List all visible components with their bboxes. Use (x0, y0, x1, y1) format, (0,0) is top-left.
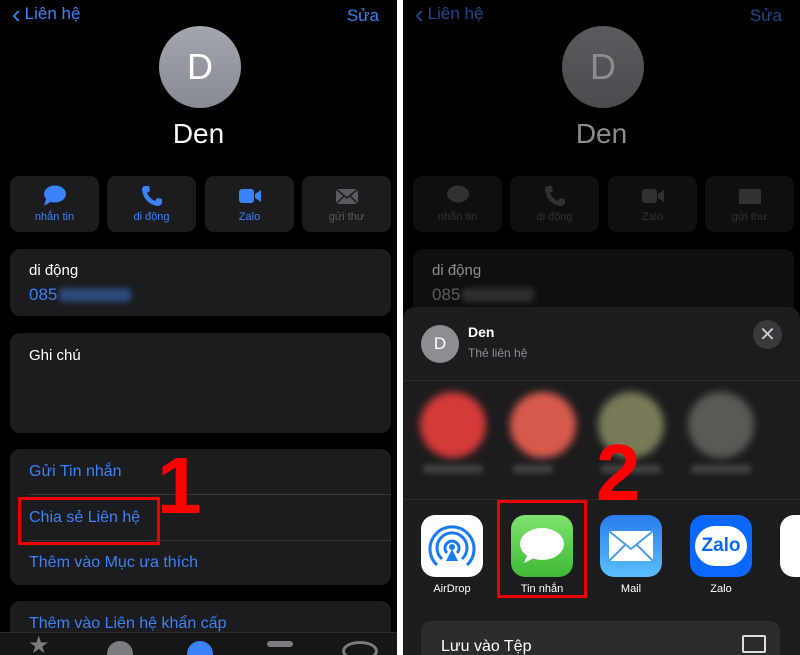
redacted-digits (462, 288, 535, 302)
notes-card[interactable]: Ghi chú (10, 333, 391, 433)
redacted-label (691, 465, 751, 473)
more-app[interactable] (780, 515, 800, 577)
send-message-link[interactable]: Gửi Tin nhắn (29, 463, 122, 481)
mail-app[interactable] (600, 515, 662, 577)
call-button[interactable]: di động (107, 176, 196, 232)
contact-detail-screen: ‹ Liên hệ Sửa D Den nhắn tin di động Zalo… (0, 0, 397, 655)
phone-number: 085 (432, 285, 535, 305)
app-label: Zalo (710, 583, 732, 595)
save-to-files-label: Lưu vào Tệp (441, 638, 532, 655)
video-icon (641, 189, 664, 203)
notes-label: Ghi chú (29, 347, 81, 364)
airdrop-icon (428, 525, 476, 567)
add-emergency-link[interactable]: Thêm vào Liên hệ khẩn cấp (29, 615, 226, 633)
video-button: Zalo (608, 176, 697, 232)
mail-icon (738, 189, 761, 204)
back-button[interactable]: ‹ Liên hệ (12, 0, 80, 29)
tab-keypad-icon[interactable] (267, 641, 293, 647)
mail-button[interactable]: gửi thư (302, 176, 391, 232)
suggested-contact[interactable] (688, 392, 754, 458)
video-icon (238, 189, 261, 203)
contact-name: Den (575, 118, 628, 149)
phone-icon (141, 186, 162, 206)
edit-button[interactable]: Sửa (347, 6, 379, 26)
avatar: D (562, 26, 644, 108)
annotation-box-1 (18, 497, 160, 545)
annotation-step-2: 2 (596, 428, 641, 517)
suggested-contact[interactable] (420, 392, 486, 458)
close-button[interactable]: ✕ (753, 320, 782, 349)
annotation-box-2 (497, 500, 587, 598)
phone-label: di động (29, 262, 79, 279)
call-button: di động (510, 176, 599, 232)
mail-icon (334, 188, 359, 205)
edit-button: Sửa (749, 6, 782, 25)
contact-name: Den (172, 118, 225, 149)
redacted-digits (59, 288, 132, 302)
phone-label: di động (432, 262, 482, 279)
suggested-contact[interactable] (510, 392, 576, 458)
app-label: Mail (620, 583, 642, 595)
app-label: AirDrop (433, 583, 471, 595)
share-screen: ‹ Liên hệ Sửa D Den nhắn tin di động Zalo… (403, 0, 800, 655)
share-avatar: D (421, 325, 459, 363)
zalo-logo: Zalo (695, 526, 747, 566)
tab-recents-clock-icon[interactable] (107, 641, 133, 655)
message-button[interactable]: nhắn tin (10, 176, 99, 232)
tab-contacts-icon[interactable] (187, 641, 213, 655)
phone-card[interactable]: di động 085 (10, 249, 391, 316)
mail-envelope-icon (608, 530, 654, 562)
message-icon (43, 185, 66, 206)
message-icon (446, 185, 469, 203)
annotation-step-1: 1 (157, 441, 202, 530)
tab-favorites-star-icon[interactable]: ★ (28, 631, 54, 655)
close-icon: ✕ (759, 324, 776, 346)
tab-voicemail-icon[interactable] (342, 641, 378, 655)
airdrop-app[interactable] (421, 515, 483, 577)
phone-icon (544, 186, 565, 206)
folder-icon (742, 635, 766, 653)
zalo-app[interactable]: Zalo (690, 515, 752, 577)
phone-number[interactable]: 085 (29, 285, 132, 305)
mail-button: gửi thư (705, 176, 794, 232)
back-button: ‹ Liên hệ (415, 0, 484, 29)
share-title: Den (468, 324, 495, 340)
chevron-left-icon: ‹ (12, 0, 21, 29)
redacted-label (423, 465, 483, 473)
tab-bar: ★ (0, 632, 397, 655)
divider (403, 380, 800, 381)
message-button: nhắn tin (413, 176, 502, 232)
video-button[interactable]: Zalo (205, 176, 294, 232)
share-subtitle: Thẻ liên hệ (468, 346, 528, 360)
chevron-left-icon: ‹ (415, 0, 424, 29)
redacted-label (513, 465, 553, 473)
phone-card: di động 085 (413, 249, 794, 316)
add-favorite-link[interactable]: Thêm vào Mục ưa thích (29, 554, 198, 572)
avatar: D (159, 26, 241, 108)
save-to-files-button[interactable]: Lưu vào Tệp (421, 621, 780, 655)
divider (29, 494, 391, 495)
